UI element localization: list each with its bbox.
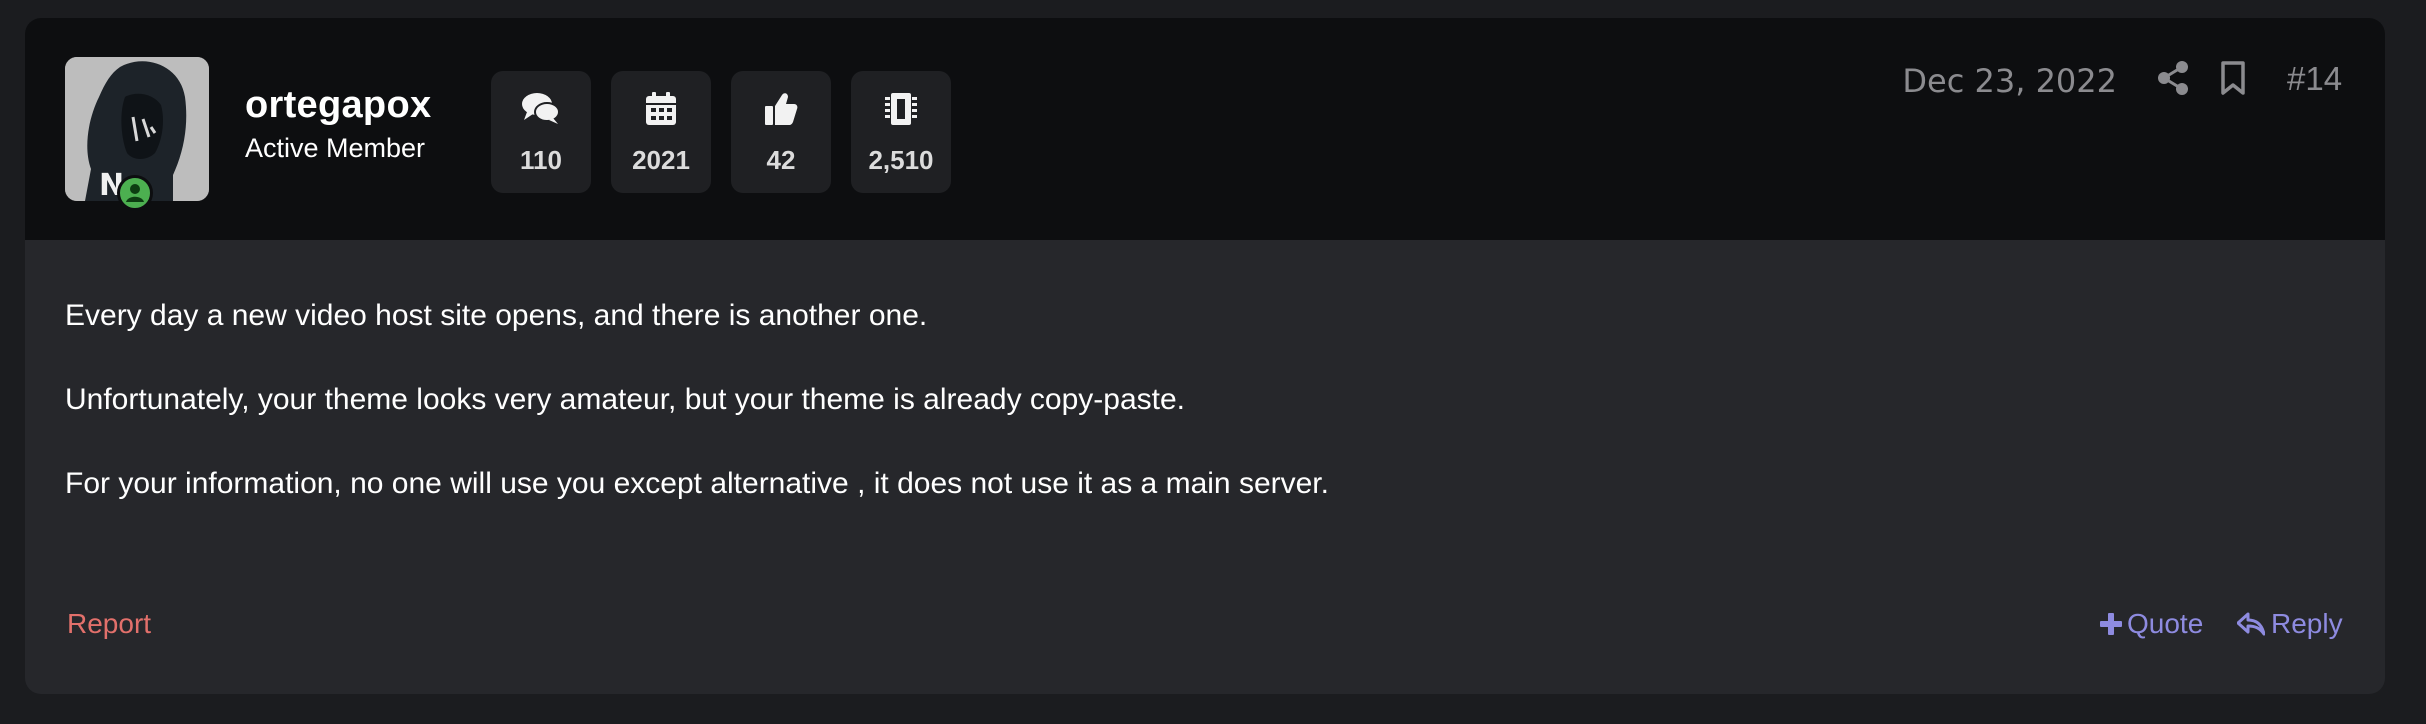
post-paragraph: For your information, no one will use yo… bbox=[65, 467, 1329, 500]
stat-value: 110 bbox=[520, 145, 562, 175]
user-title: Active Member bbox=[245, 133, 426, 163]
online-user-icon bbox=[117, 175, 153, 211]
forum-post: N ortegapox Active Member 110 2021 42 2,… bbox=[25, 18, 2385, 694]
stat-value: 42 bbox=[766, 145, 796, 175]
post-date[interactable]: Dec 23, 2022 bbox=[1902, 62, 2117, 100]
reply-icon bbox=[2237, 612, 2265, 636]
thumbs-up-icon bbox=[731, 91, 831, 132]
calendar-icon bbox=[611, 91, 711, 132]
post-paragraph: Unfortunately, your theme looks very ama… bbox=[65, 383, 1185, 416]
quote-button[interactable]: Quote bbox=[2099, 608, 2203, 640]
post-paragraph: Every day a new video host site opens, a… bbox=[65, 299, 928, 332]
stat-points[interactable]: 2,510 bbox=[851, 71, 951, 193]
quote-label: Quote bbox=[2127, 608, 2204, 639]
stat-value: 2021 bbox=[632, 145, 690, 175]
memory-chip-icon bbox=[851, 91, 951, 132]
stat-value: 2,510 bbox=[868, 145, 934, 175]
comments-icon bbox=[491, 91, 591, 132]
stat-messages[interactable]: 110 bbox=[491, 71, 591, 193]
post-number[interactable]: #14 bbox=[2287, 60, 2342, 98]
reply-button[interactable]: Reply bbox=[2237, 608, 2343, 640]
report-link[interactable]: Report bbox=[67, 608, 151, 640]
bookmark-icon[interactable] bbox=[2219, 60, 2247, 101]
post-content: Every day a new video host site opens, a… bbox=[65, 298, 2325, 550]
reply-label: Reply bbox=[2271, 608, 2343, 639]
share-icon[interactable] bbox=[2156, 60, 2190, 101]
username[interactable]: ortegapox bbox=[245, 84, 431, 127]
stat-reactions[interactable]: 42 bbox=[731, 71, 831, 193]
plus-icon bbox=[2100, 613, 2122, 635]
stat-joined[interactable]: 2021 bbox=[611, 71, 711, 193]
post-header: N ortegapox Active Member 110 2021 42 2,… bbox=[25, 18, 2385, 240]
